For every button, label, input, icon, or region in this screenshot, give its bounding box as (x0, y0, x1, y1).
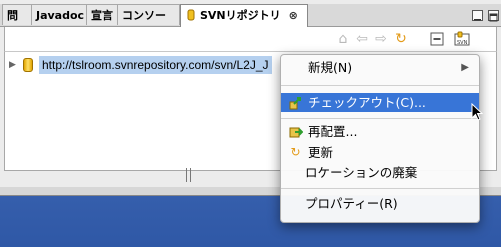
repository-url[interactable]: http://tslroom.svnrepository.com/svn/L2J… (39, 56, 272, 74)
menu-item-checkout[interactable]: チェックアウト(C)... (281, 93, 479, 112)
minimize-view-button[interactable] (472, 10, 483, 21)
tab-svn-repositories[interactable]: SVNリポジトリ ⊗ (180, 4, 308, 27)
checkout-icon (288, 95, 303, 110)
svg-text:SVN: SVN (457, 40, 468, 46)
menu-separator (281, 188, 479, 189)
expand-arrow-icon[interactable]: ▶ (9, 56, 19, 74)
menu-item-properties[interactable]: プロパティー(R) (281, 194, 479, 213)
home-icon[interactable]: ⌂ (335, 31, 351, 47)
tab-label: Javadoc (36, 9, 85, 22)
relocate-icon (288, 124, 303, 139)
maximize-view-button[interactable] (488, 10, 499, 22)
tab-bar: 問題 Javadoc 宣言 コンソール SVNリポジトリ ⊗ (0, 4, 501, 43)
tab-label: 宣言 (91, 9, 113, 22)
menu-separator (281, 118, 479, 119)
back-arrow-icon[interactable]: ⇦ (354, 31, 370, 47)
svn-repository-icon (185, 7, 197, 21)
menu-item-label: ロケーションの廃棄 (305, 165, 418, 180)
menu-item-label: チェックアウト(C)... (308, 95, 426, 110)
resize-grip-icon[interactable] (186, 168, 191, 182)
refresh-icon: ↻ (290, 145, 301, 159)
tab-javadoc[interactable]: Javadoc (31, 4, 87, 25)
tab-problems[interactable]: 問題 (2, 4, 32, 43)
mouse-pointer-icon (471, 103, 483, 121)
tab-label: SVNリポジトリ (200, 9, 281, 22)
menu-item-update[interactable]: ↻ 更新 (281, 143, 479, 162)
repository-icon (23, 58, 33, 72)
view-toolbar: ⌂ ⇦ ⇨ ↻ SVN (4, 27, 497, 51)
menu-item-label: 新規(N) (308, 60, 353, 75)
tab-declaration[interactable]: 宣言 (86, 4, 118, 25)
refresh-icon[interactable]: ↻ (393, 31, 409, 47)
tab-console[interactable]: コンソール (117, 4, 180, 43)
close-tab-icon[interactable]: ⊗ (289, 5, 298, 26)
menu-item-label: プロパティー(R) (305, 196, 398, 211)
menu-item-discard-location[interactable]: ロケーションの廃棄 (281, 163, 479, 182)
menu-item-relocate[interactable]: 再配置... (281, 122, 479, 141)
context-menu: 新規(N) ▶ チェックアウト(C)... 再配置... ↻ 更新 ロケーション… (280, 54, 480, 223)
submenu-arrow-icon: ▶ (461, 62, 469, 73)
maximize-icon (489, 13, 498, 22)
tree-row-repository[interactable]: ▶ http://tslroom.svnrepository.com/svn/L… (9, 56, 272, 74)
new-repository-location-icon[interactable]: SVN (454, 31, 470, 47)
menu-item-label: 更新 (308, 145, 334, 160)
menu-item-label: 再配置... (308, 124, 358, 139)
collapse-all-icon[interactable] (429, 31, 445, 47)
forward-arrow-icon[interactable]: ⇨ (373, 31, 389, 47)
menu-separator (281, 85, 479, 86)
menu-item-new[interactable]: 新規(N) ▶ (281, 58, 479, 77)
minimize-icon (474, 19, 481, 21)
